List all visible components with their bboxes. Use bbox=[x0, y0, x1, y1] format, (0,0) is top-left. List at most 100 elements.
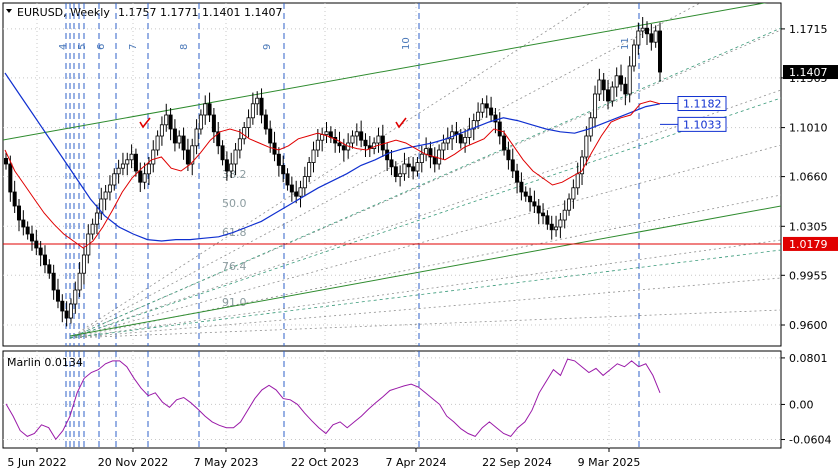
indicator-tick-label: 0.0801 bbox=[789, 352, 828, 365]
candle-body bbox=[432, 156, 437, 165]
candle-body bbox=[34, 240, 39, 249]
candle-body bbox=[16, 205, 21, 221]
time-cycle-label: 5 bbox=[77, 44, 88, 50]
candle-body bbox=[55, 289, 60, 302]
candle-body bbox=[311, 149, 316, 163]
candle-body bbox=[12, 191, 17, 207]
candle-body bbox=[281, 164, 286, 175]
candle-body bbox=[363, 139, 368, 147]
ohlc-readout: 1.1757 1.1771 1.1401 1.1407 bbox=[118, 6, 282, 19]
candle-body bbox=[450, 131, 455, 140]
candle-body bbox=[220, 145, 225, 161]
candle-body bbox=[185, 149, 190, 165]
candle-body bbox=[441, 142, 446, 151]
candle-body bbox=[593, 93, 598, 119]
candle-body bbox=[623, 83, 628, 95]
time-tick-label: 22 Oct 2023 bbox=[291, 456, 359, 469]
candle-body bbox=[103, 191, 108, 200]
candle-body bbox=[302, 176, 307, 189]
candle-body bbox=[463, 136, 468, 144]
candle-body bbox=[445, 138, 450, 144]
time-cycle-label: 8 bbox=[179, 44, 190, 50]
candle-body bbox=[597, 79, 602, 95]
candle-body bbox=[549, 223, 554, 231]
candle-body bbox=[484, 103, 489, 109]
candle-body bbox=[393, 166, 398, 178]
candle-body bbox=[627, 65, 632, 95]
candle-body bbox=[584, 135, 589, 158]
candle-body bbox=[263, 114, 268, 130]
candle-body bbox=[203, 103, 208, 116]
candle-body bbox=[172, 128, 177, 144]
candle-body bbox=[38, 247, 43, 256]
chart-title: EURUSD, Weekly bbox=[17, 6, 110, 19]
candle-body bbox=[250, 103, 255, 119]
candle-body bbox=[554, 226, 559, 231]
candle-body bbox=[276, 153, 281, 166]
candle-body bbox=[255, 97, 260, 105]
candle-body bbox=[588, 117, 593, 137]
time-cycle-label: 6 bbox=[96, 44, 107, 50]
candle-body bbox=[515, 170, 520, 183]
candle-body bbox=[207, 103, 212, 116]
fib-level-label: 76.4 bbox=[222, 260, 247, 273]
candle-body bbox=[510, 159, 515, 172]
candle-body bbox=[164, 114, 169, 126]
candle-body bbox=[558, 219, 563, 228]
candle-body bbox=[289, 184, 294, 193]
candle-body bbox=[155, 135, 160, 151]
time-tick-label: 20 Nov 2022 bbox=[98, 456, 168, 469]
candle-body bbox=[8, 163, 13, 193]
trading-chart: EURUSD, Weekly 1.1757 1.1771 1.1401 1.14… bbox=[2, 2, 838, 469]
candle-body bbox=[424, 148, 429, 155]
time-tick-label: 5 Jun 2022 bbox=[7, 456, 66, 469]
candle-body bbox=[246, 117, 251, 129]
time-cycle-label: 4 bbox=[58, 44, 69, 50]
candle-body bbox=[402, 163, 407, 175]
time-tick-label: 9 Mar 2025 bbox=[578, 456, 641, 469]
price-tick-label: 1.0305 bbox=[789, 220, 828, 233]
candle-body bbox=[129, 153, 134, 161]
candle-body bbox=[242, 127, 247, 140]
candle-body bbox=[81, 254, 86, 274]
price-tick-label: 1.1010 bbox=[789, 122, 828, 135]
price-tick-label: 0.9955 bbox=[789, 269, 828, 282]
candle-body bbox=[567, 198, 572, 211]
candle-body bbox=[398, 173, 403, 178]
price-tick-label: 1.1715 bbox=[789, 23, 828, 36]
candle-body bbox=[359, 131, 364, 141]
candle-body bbox=[107, 184, 112, 193]
candle-body bbox=[528, 195, 533, 203]
time-tick-label: 7 May 2023 bbox=[194, 456, 259, 469]
indicator-tick-label: -0.0604 bbox=[789, 434, 831, 447]
candle-body bbox=[125, 159, 130, 165]
price-tick-label: 1.0660 bbox=[789, 171, 828, 184]
time-tick-label: 22 Sep 2024 bbox=[482, 456, 552, 469]
candle-body bbox=[458, 134, 463, 144]
candle-body bbox=[619, 75, 624, 85]
candle-body bbox=[268, 128, 273, 144]
candle-body bbox=[497, 121, 502, 137]
candle-body bbox=[177, 135, 182, 144]
candle-body bbox=[138, 170, 143, 183]
candle-body bbox=[285, 173, 290, 186]
candle-body bbox=[315, 139, 320, 151]
time-cycle-label: 10 bbox=[401, 37, 412, 50]
candle-body bbox=[90, 223, 95, 235]
fib-level-label: 50.0 bbox=[222, 197, 247, 210]
candle-body bbox=[229, 163, 234, 172]
candle-body bbox=[536, 205, 541, 214]
candle-body bbox=[632, 44, 637, 67]
candle-body bbox=[562, 209, 567, 221]
candle-body bbox=[506, 149, 511, 161]
candle-body bbox=[142, 173, 147, 183]
candle-body bbox=[181, 135, 186, 151]
level-price-label: 1.0179 bbox=[789, 238, 828, 251]
candle-body bbox=[645, 27, 650, 35]
candle-body bbox=[411, 166, 416, 172]
candle-body bbox=[51, 272, 56, 291]
current-price-label: 1.1407 bbox=[789, 66, 828, 79]
candle-body bbox=[233, 149, 238, 165]
time-tick-label: 7 Apr 2024 bbox=[385, 456, 446, 469]
candle-body bbox=[94, 212, 99, 225]
